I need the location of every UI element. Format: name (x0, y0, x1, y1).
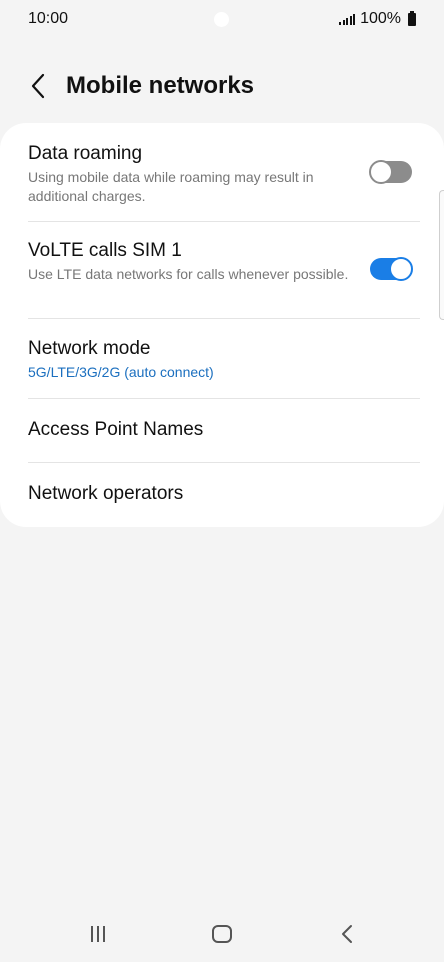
back-icon (342, 925, 352, 943)
battery-percent: 100% (360, 10, 401, 27)
camera-cutout (214, 12, 229, 27)
status-icons: 100% (339, 10, 416, 28)
access-point-names-title: Access Point Names (28, 419, 204, 440)
status-time: 10:00 (28, 10, 69, 27)
volte-toggle[interactable] (370, 257, 413, 281)
volte-title: VoLTE calls SIM 1 (28, 240, 182, 261)
navigation-bar (0, 908, 444, 962)
access-point-names-row[interactable]: Access Point Names (0, 399, 444, 462)
data-roaming-description: Using mobile data while roaming may resu… (28, 169, 314, 204)
network-mode-value: 5G/LTE/3G/2G (auto connect) (28, 364, 214, 380)
home-icon (212, 925, 232, 943)
volte-row[interactable]: VoLTE calls SIM 1 Use LTE data networks … (0, 222, 444, 318)
network-operators-title: Network operators (28, 483, 184, 504)
data-roaming-row[interactable]: Data roaming Using mobile data while roa… (0, 123, 444, 221)
settings-card: Data roaming Using mobile data while roa… (0, 123, 444, 527)
page-title: Mobile networks (66, 72, 255, 99)
chevron-left-icon (31, 73, 45, 99)
toggle-knob (389, 257, 413, 281)
recent-apps-button[interactable] (78, 918, 118, 950)
toggle-knob (369, 160, 393, 184)
network-mode-row[interactable]: Network mode 5G/LTE/3G/2G (auto connect) (0, 319, 444, 398)
home-button[interactable] (202, 918, 242, 950)
scroll-indicator[interactable] (439, 190, 444, 320)
app-header: Mobile networks (0, 60, 444, 114)
nav-back-button[interactable] (327, 918, 367, 950)
data-roaming-toggle[interactable] (369, 160, 412, 184)
network-mode-title: Network mode (28, 338, 151, 359)
recent-apps-icon (91, 926, 105, 942)
signal-icon (339, 13, 356, 25)
back-button[interactable] (22, 70, 54, 102)
battery-icon (408, 10, 416, 26)
network-operators-row[interactable]: Network operators (0, 463, 444, 527)
data-roaming-title: Data roaming (28, 143, 143, 164)
volte-description: Use LTE data networks for calls whenever… (28, 266, 349, 282)
